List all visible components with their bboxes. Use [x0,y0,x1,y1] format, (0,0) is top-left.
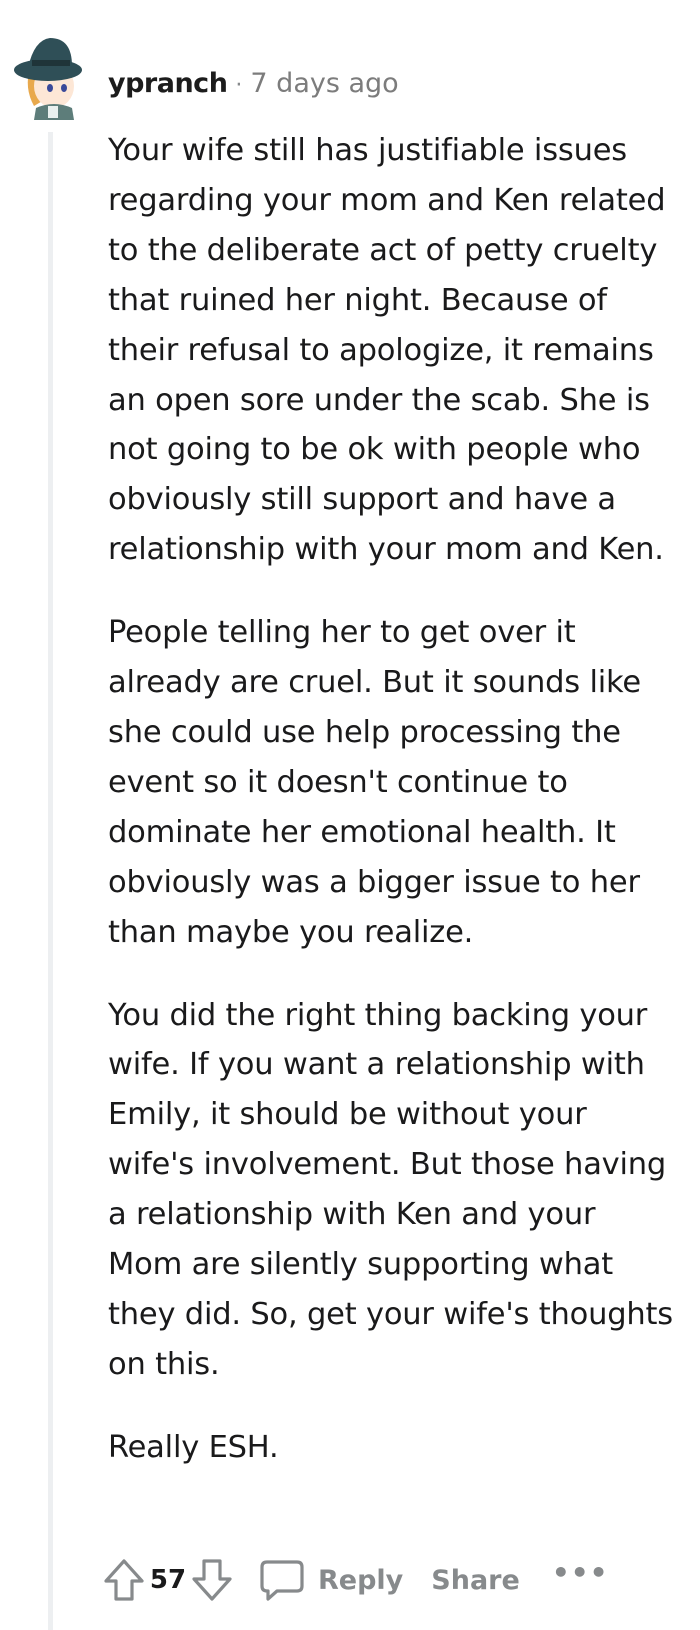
meta-separator: · [235,73,243,98]
speech-bubble-icon [260,1560,304,1601]
downvote-button[interactable] [188,1555,236,1605]
comment-paragraph: Your wife still has justifiable issues r… [108,133,666,568]
thread-line[interactable] [48,132,53,1630]
vote-score: 57 [149,1565,187,1595]
share-button[interactable]: Share [431,1565,520,1596]
comment-meta: ypranch · 7 days ago [108,66,399,104]
avatar[interactable] [14,28,86,120]
comment-body: Your wife still has justifiable issues r… [108,126,678,1506]
comment-paragraph: People telling her to get over it alread… [108,615,641,950]
username[interactable]: ypranch [108,68,228,99]
upvote-button[interactable] [100,1555,148,1605]
reply-button[interactable]: Reply [318,1565,403,1596]
timestamp[interactable]: 7 days ago [250,68,398,99]
downvote-arrow-icon [192,1559,232,1601]
comment-paragraph: You did the right thing backing your wif… [108,997,673,1382]
comment-paragraph: Really ESH. [108,1429,279,1465]
more-options-icon[interactable]: ••• [552,1556,609,1589]
reply-button-icon-wrap[interactable] [258,1555,306,1605]
upvote-arrow-icon [104,1559,144,1601]
comment-actions: 57 Reply Share ••• [100,1550,609,1610]
